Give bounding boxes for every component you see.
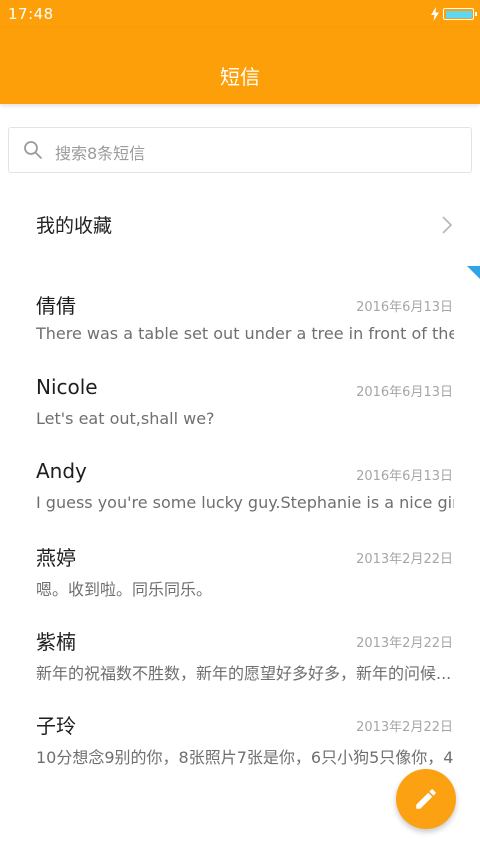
pencil-icon: [416, 789, 436, 809]
status-time: 17:48: [8, 5, 54, 23]
message-preview: 新年的祝福数不胜数，新年的愿望好多好多，新年的问候...: [36, 664, 452, 683]
search-input[interactable]: 搜索8条短信: [8, 127, 472, 173]
list-item[interactable]: 子玲 2013年2月22日 10分想念9别的你，8张照片7张是你，6只小狗5只像…: [0, 700, 480, 772]
message-date: 2016年6月13日: [356, 300, 453, 315]
compose-button[interactable]: [396, 769, 456, 829]
app-bar: 短信: [0, 28, 480, 104]
status-bar: 17:48: [0, 0, 480, 28]
message-preview: 嗯。收到啦。同乐同乐。: [36, 580, 213, 599]
search-icon: [24, 141, 42, 159]
message-date: 2013年2月22日: [356, 720, 453, 735]
message-date: 2016年6月13日: [356, 385, 453, 400]
contact-name: 子玲: [36, 714, 76, 738]
message-date: 2013年2月22日: [356, 552, 453, 567]
contact-name: 倩倩: [36, 294, 76, 318]
favorites-label: 我的收藏: [36, 215, 113, 237]
unread-corner-marker: [467, 266, 480, 279]
contact-name: 燕婷: [36, 546, 76, 570]
favorites-row[interactable]: 我的收藏: [0, 196, 480, 254]
message-preview: There was a table set out under a tree i…: [36, 324, 454, 343]
list-item[interactable]: Andy 2016年6月13日 I guess you're some luck…: [0, 449, 480, 521]
message-preview: 10分想念9别的你，8张照片7张是你，6只小狗5只像你，4...: [36, 748, 454, 767]
contact-name: Nicole: [36, 375, 98, 399]
message-date: 2016年6月13日: [356, 469, 453, 484]
list-item[interactable]: Nicole 2016年6月13日 Let's eat out,shall we…: [0, 365, 480, 437]
contact-name: 紫楠: [36, 630, 76, 654]
bolt-icon: [431, 7, 439, 21]
message-preview: Let's eat out,shall we?: [36, 409, 215, 428]
message-preview: I guess you're some lucky guy.Stephanie …: [36, 493, 454, 512]
chevron-right-icon: [442, 216, 453, 234]
page-title: 短信: [220, 65, 260, 89]
search-placeholder: 搜索8条短信: [55, 144, 146, 163]
message-date: 2013年2月22日: [356, 636, 453, 651]
list-item[interactable]: 燕婷 2013年2月22日 嗯。收到啦。同乐同乐。: [0, 532, 480, 604]
list-item[interactable]: 倩倩 2016年6月13日 There was a table set out …: [0, 280, 480, 352]
contact-name: Andy: [36, 459, 87, 483]
battery-level: [445, 10, 472, 18]
battery-icon: [443, 8, 477, 20]
list-item[interactable]: 紫楠 2013年2月22日 新年的祝福数不胜数，新年的愿望好多好多，新年的问候.…: [0, 616, 480, 688]
